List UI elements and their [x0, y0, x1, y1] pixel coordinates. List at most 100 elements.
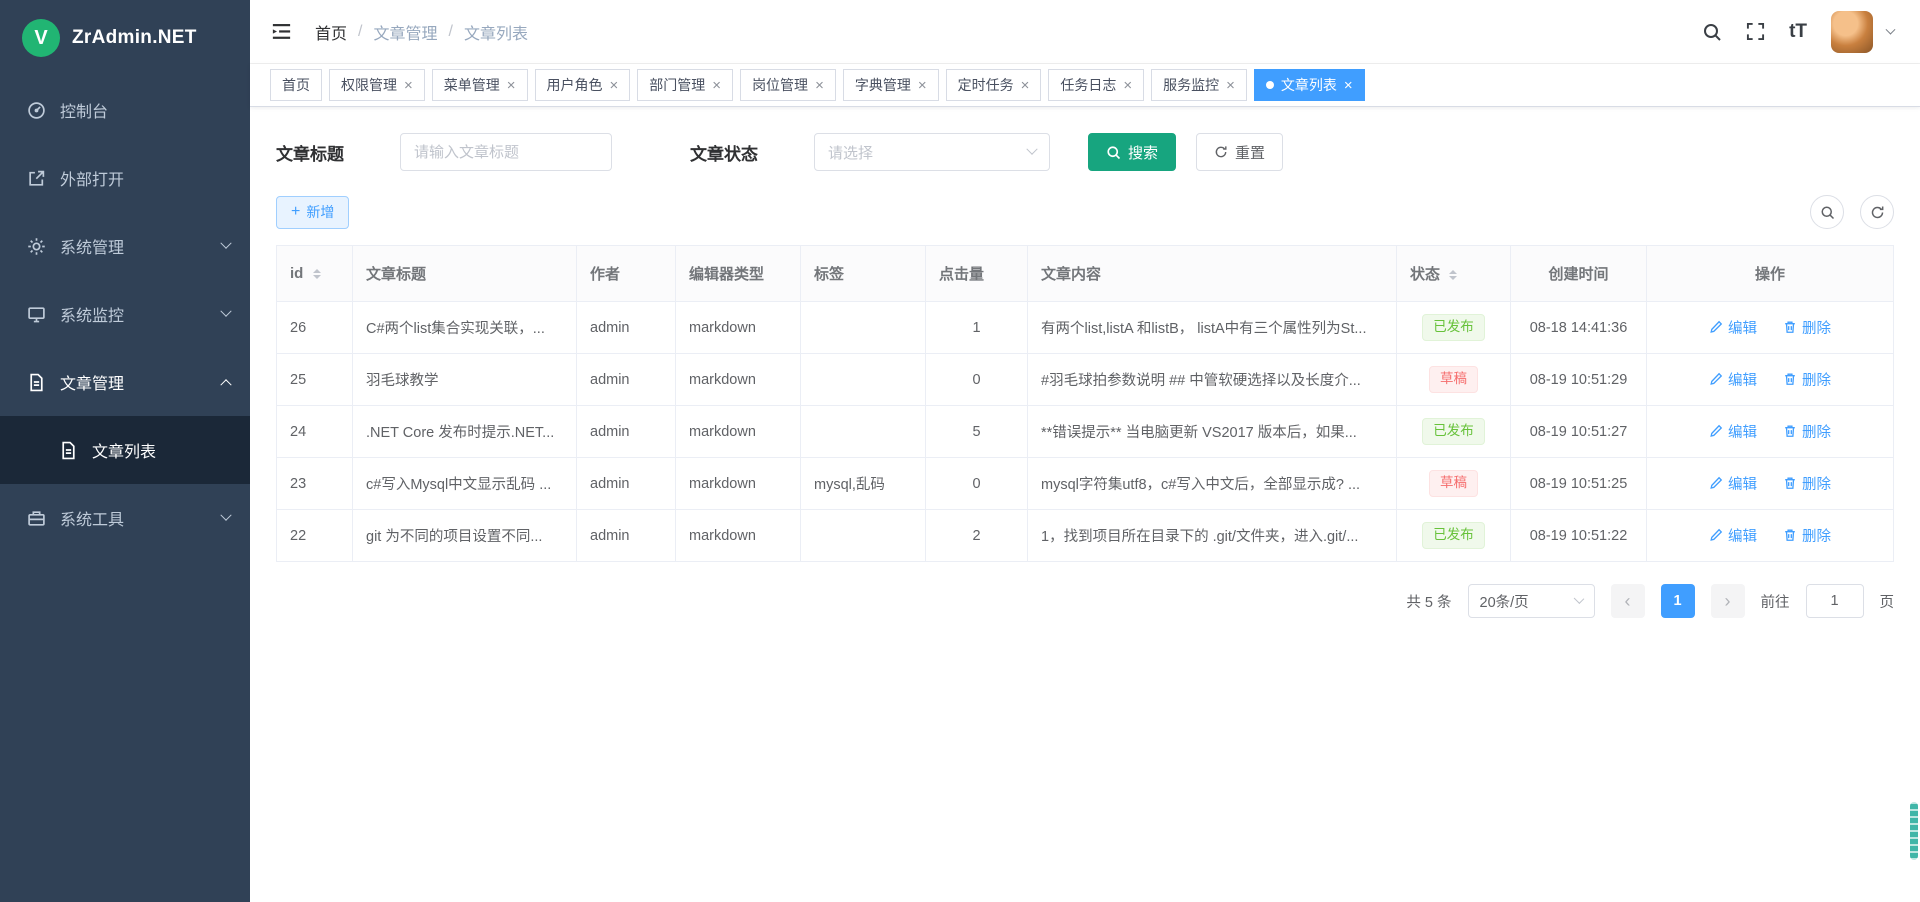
- chevron-up-icon: [220, 379, 231, 390]
- tab[interactable]: 首页: [270, 69, 322, 101]
- sidebar-item-system-tools[interactable]: 系统工具: [0, 484, 250, 552]
- sidebar-item-system-management[interactable]: 系统管理: [0, 212, 250, 280]
- tab[interactable]: 岗位管理 ×: [740, 69, 836, 101]
- table-column-header[interactable]: 点击量: [926, 246, 1028, 302]
- table-column-header[interactable]: 作者: [577, 246, 676, 302]
- breadcrumb-separator: /: [448, 23, 452, 41]
- sidebar-item-system-monitor[interactable]: 系统监控: [0, 280, 250, 348]
- cell-created-at: 08-19 10:51:22: [1511, 510, 1647, 562]
- delete-button[interactable]: 删除: [1783, 525, 1831, 546]
- cell-title: .NET Core 发布时提示.NET...: [353, 406, 577, 458]
- sort-carets-icon[interactable]: [313, 269, 321, 279]
- refresh-table-button[interactable]: [1860, 195, 1894, 229]
- edit-button[interactable]: 编辑: [1709, 421, 1757, 442]
- table-row[interactable]: 26 C#两个list集合实现关联，... admin markdown 1 有…: [277, 302, 1894, 354]
- font-size-icon[interactable]: tT: [1789, 21, 1807, 43]
- sidebar-collapse-icon[interactable]: [270, 20, 293, 43]
- cell-tags: [801, 510, 926, 562]
- chevron-down-icon: [1026, 144, 1037, 155]
- fullscreen-icon[interactable]: [1746, 22, 1765, 41]
- tab-label: 字典管理: [855, 75, 911, 95]
- trash-icon: [1783, 476, 1797, 490]
- table-column-header[interactable]: 编辑器类型: [676, 246, 801, 302]
- chevron-down-icon: [220, 306, 231, 317]
- table-column-header[interactable]: 操作: [1647, 246, 1894, 302]
- delete-button[interactable]: 删除: [1783, 473, 1831, 494]
- edit-button[interactable]: 编辑: [1709, 473, 1757, 494]
- document-icon: [26, 372, 46, 392]
- goto-page-input[interactable]: [1806, 584, 1864, 618]
- article-title-label: 文章标题: [276, 140, 344, 165]
- close-icon[interactable]: ×: [610, 78, 619, 93]
- edit-button[interactable]: 编辑: [1709, 317, 1757, 338]
- close-icon[interactable]: ×: [1226, 78, 1235, 93]
- column-label: 编辑器类型: [689, 266, 764, 283]
- next-page-button[interactable]: ›: [1711, 584, 1745, 618]
- tab[interactable]: 服务监控 ×: [1151, 69, 1247, 101]
- table-row[interactable]: 22 git 为不同的项目设置不同... admin markdown 2 1，…: [277, 510, 1894, 562]
- tab[interactable]: 用户角色 ×: [535, 69, 631, 101]
- prev-page-button[interactable]: ‹: [1611, 584, 1645, 618]
- toggle-search-button[interactable]: [1810, 195, 1844, 229]
- tab[interactable]: 任务日志 ×: [1048, 69, 1144, 101]
- user-avatar[interactable]: [1831, 11, 1873, 53]
- user-menu-caret-icon[interactable]: [1887, 23, 1894, 41]
- breadcrumb-article-management[interactable]: 文章管理: [373, 20, 437, 44]
- close-icon[interactable]: ×: [1123, 78, 1132, 93]
- tab[interactable]: 定时任务 ×: [946, 69, 1042, 101]
- tab[interactable]: 文章列表 ×: [1254, 69, 1365, 101]
- tab-label: 部门管理: [649, 75, 705, 95]
- delete-button[interactable]: 删除: [1783, 421, 1831, 442]
- close-icon[interactable]: ×: [507, 78, 516, 93]
- table-column-header[interactable]: 文章内容: [1028, 246, 1397, 302]
- cell-clicks: 0: [926, 354, 1028, 406]
- reset-button[interactable]: 重置: [1196, 133, 1283, 171]
- sort-carets-icon[interactable]: [1449, 270, 1457, 280]
- edit-button[interactable]: 编辑: [1709, 369, 1757, 390]
- close-icon[interactable]: ×: [404, 78, 413, 93]
- chevron-down-icon: [220, 238, 231, 249]
- sidebar-item-external-open[interactable]: 外部打开: [0, 144, 250, 212]
- table-row[interactable]: 24 .NET Core 发布时提示.NET... admin markdown…: [277, 406, 1894, 458]
- close-icon[interactable]: ×: [712, 78, 721, 93]
- tab[interactable]: 字典管理 ×: [843, 69, 939, 101]
- close-icon[interactable]: ×: [815, 78, 824, 93]
- article-title-input[interactable]: [400, 133, 612, 171]
- table-column-header[interactable]: id: [277, 246, 353, 302]
- article-status-select[interactable]: 请选择: [814, 133, 1050, 171]
- table-row[interactable]: 23 c#写入Mysql中文显示乱码 ... admin markdown my…: [277, 458, 1894, 510]
- table-column-header[interactable]: 状态: [1397, 246, 1511, 302]
- search-button[interactable]: 搜索: [1088, 133, 1176, 171]
- table-column-header[interactable]: 创建时间: [1511, 246, 1647, 302]
- delete-button[interactable]: 删除: [1783, 369, 1831, 390]
- close-icon[interactable]: ×: [918, 78, 927, 93]
- sidebar-item-article-list[interactable]: 文章列表: [0, 416, 250, 484]
- breadcrumb-article-list[interactable]: 文章列表: [464, 20, 528, 44]
- page-size-select[interactable]: 20条/页: [1468, 584, 1595, 618]
- table-header-row: id 文章标题 作者: [277, 246, 1894, 302]
- table-row[interactable]: 25 羽毛球教学 admin markdown 0 #羽毛球拍参数说明 ## 中…: [277, 354, 1894, 406]
- table-column-header[interactable]: 标签: [801, 246, 926, 302]
- page-number-button[interactable]: 1: [1661, 584, 1695, 618]
- page-size-value: 20条/页: [1480, 591, 1529, 612]
- edit-button[interactable]: 编辑: [1709, 525, 1757, 546]
- delete-button[interactable]: 删除: [1783, 317, 1831, 338]
- breadcrumb-home[interactable]: 首页: [315, 20, 347, 44]
- table-column-header[interactable]: 文章标题: [353, 246, 577, 302]
- cell-clicks: 1: [926, 302, 1028, 354]
- edit-icon: [1709, 372, 1723, 386]
- scrollbar-thumb[interactable]: [1910, 802, 1918, 860]
- tab-label: 岗位管理: [752, 75, 808, 95]
- close-icon[interactable]: ×: [1344, 78, 1353, 93]
- search-icon[interactable]: [1702, 22, 1722, 42]
- tab[interactable]: 菜单管理 ×: [432, 69, 528, 101]
- tab[interactable]: 权限管理 ×: [329, 69, 425, 101]
- tab[interactable]: 部门管理 ×: [637, 69, 733, 101]
- sidebar-item-dashboard[interactable]: 控制台: [0, 76, 250, 144]
- sidebar-item-article-management[interactable]: 文章管理: [0, 348, 250, 416]
- add-button[interactable]: + 新增: [276, 196, 349, 229]
- column-label: 操作: [1755, 266, 1785, 283]
- close-icon[interactable]: ×: [1021, 78, 1030, 93]
- cell-id: 24: [277, 406, 353, 458]
- app-logo[interactable]: V ZrAdmin.NET: [0, 0, 250, 76]
